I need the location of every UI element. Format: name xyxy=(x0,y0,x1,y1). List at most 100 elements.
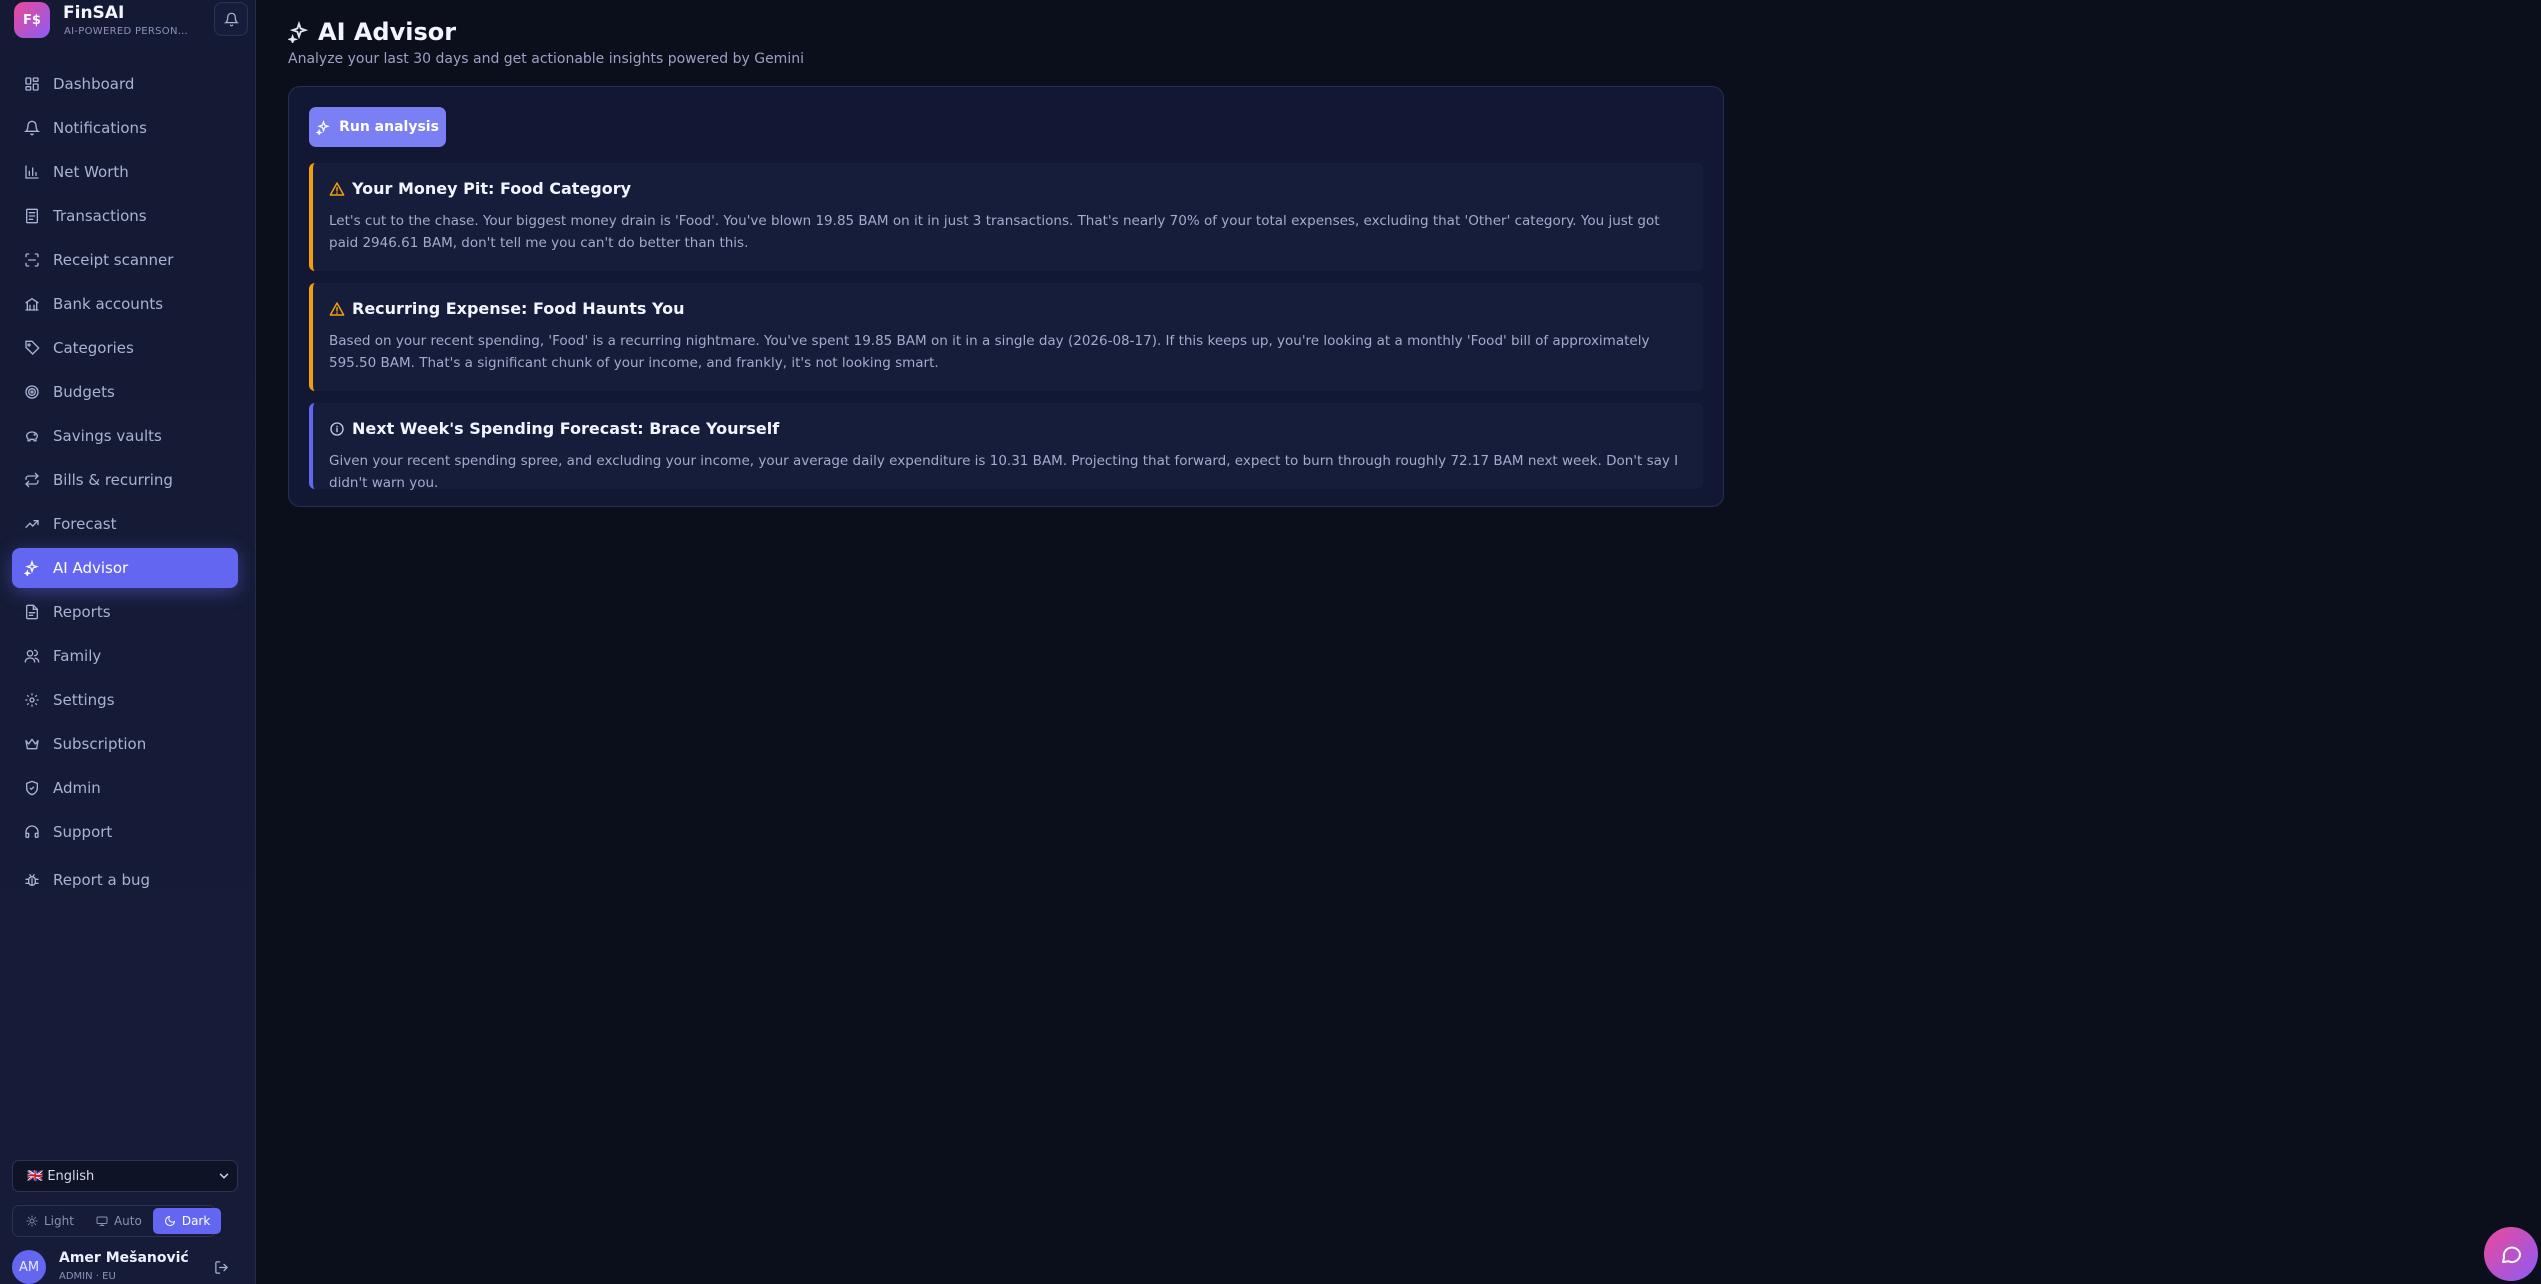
sidebar-item-label: AI Advisor xyxy=(53,559,129,577)
sidebar-item-label: Notifications xyxy=(53,119,147,137)
shield-icon xyxy=(26,780,38,796)
scan-icon xyxy=(25,253,39,267)
crown-icon xyxy=(25,738,39,750)
sidebar-nav: Dashboard Notifications Net Worth Transa… xyxy=(12,64,238,904)
insight-card: Recurring Expense: Food Haunts You Based… xyxy=(309,283,1703,391)
sidebar-item-label: Net Worth xyxy=(53,163,129,181)
sidebar-item-admin[interactable]: Admin xyxy=(12,768,238,808)
gear-icon xyxy=(25,693,39,707)
sidebar-item-report-bug[interactable]: Report a bug xyxy=(12,860,238,900)
sidebar-item-bank-accounts[interactable]: Bank accounts xyxy=(12,284,238,324)
sidebar-item-subscription[interactable]: Subscription xyxy=(12,724,238,764)
sidebar-item-budgets[interactable]: Budgets xyxy=(12,372,238,412)
sidebar-item-label: Categories xyxy=(53,339,134,357)
sidebar-item-label: Subscription xyxy=(53,735,147,753)
notifications-button[interactable] xyxy=(214,2,248,36)
info-icon xyxy=(330,421,344,436)
tag-icon xyxy=(25,340,40,355)
user-profile: AM Amer Mešanović ADMIN · EU xyxy=(12,1248,242,1284)
sidebar-item-label: Dashboard xyxy=(53,75,135,93)
sparkles-icon xyxy=(316,119,330,135)
advisor-panel: Run analysis Your Money Pit: Food Catego… xyxy=(288,86,1724,507)
sidebar-item-net-worth[interactable]: Net Worth xyxy=(12,152,238,192)
sidebar-item-label: Admin xyxy=(53,779,101,797)
brand-name: FinSAI xyxy=(63,3,125,23)
theme-auto-label: Auto xyxy=(113,1214,142,1228)
sidebar-item-receipt-scanner[interactable]: Receipt scanner xyxy=(12,240,238,280)
sidebar-item-savings-vaults[interactable]: Savings vaults xyxy=(12,416,238,456)
sparkles-icon xyxy=(24,560,39,576)
sun-icon xyxy=(26,1215,38,1227)
sidebar-item-label: Transactions xyxy=(53,207,147,225)
sidebar-item-reports[interactable]: Reports xyxy=(12,592,238,632)
repeat-icon xyxy=(25,472,39,488)
insight-body: Given your recent spending spree, and ex… xyxy=(329,453,1679,491)
language-value: 🇬🇧 English xyxy=(27,1168,95,1184)
sidebar-item-dashboard[interactable]: Dashboard xyxy=(12,64,238,104)
sidebar-item-label: Report a bug xyxy=(53,871,151,889)
brand-logo[interactable]: F$ xyxy=(14,2,50,38)
page-subtitle: Analyze your last 30 days and get action… xyxy=(288,51,804,67)
bell-icon xyxy=(24,120,40,136)
dashboard-icon xyxy=(25,77,39,91)
trend-icon xyxy=(25,520,39,528)
sidebar-item-support[interactable]: Support xyxy=(12,812,238,852)
theme-dark-button[interactable]: Dark xyxy=(152,1208,222,1234)
chevron-down-icon xyxy=(219,1173,229,1179)
insight-title: Your Money Pit: Food Category xyxy=(352,179,632,198)
warning-icon xyxy=(329,301,345,316)
user-name: Amer Mešanović xyxy=(59,1250,189,1266)
sparkles-icon xyxy=(288,21,309,43)
sidebar-item-categories[interactable]: Categories xyxy=(12,328,238,368)
bank-icon xyxy=(25,297,39,311)
chat-icon xyxy=(2502,1246,2521,1263)
sidebar-item-label: Support xyxy=(53,823,113,841)
brand: F$ FinSAI AI-POWERED PERSONAL FINANCE xyxy=(14,2,248,38)
logout-icon[interactable] xyxy=(214,1260,229,1275)
insight-title: Recurring Expense: Food Haunts You xyxy=(352,299,685,318)
sidebar-item-label: Bank accounts xyxy=(53,295,164,313)
sidebar-item-label: Family xyxy=(53,647,102,665)
sidebar-item-forecast[interactable]: Forecast xyxy=(12,504,238,544)
sidebar-item-label: Savings vaults xyxy=(53,427,162,445)
target-icon xyxy=(25,385,39,399)
headset-icon xyxy=(25,825,39,838)
run-analysis-label: Run analysis xyxy=(339,119,439,135)
theme-light-button[interactable]: Light xyxy=(15,1208,85,1234)
sidebar-item-settings[interactable]: Settings xyxy=(12,680,238,720)
page-header: AI Advisor xyxy=(288,18,456,46)
warning-icon xyxy=(329,181,345,196)
insight-card: Your Money Pit: Food Category Let's cut … xyxy=(309,163,1703,271)
moon-icon xyxy=(164,1216,175,1226)
run-analysis-button[interactable]: Run analysis xyxy=(309,107,446,147)
monitor-icon xyxy=(96,1216,108,1226)
sidebar-item-family[interactable]: Family xyxy=(12,636,238,676)
sidebar-item-label: Settings xyxy=(53,691,115,709)
bug-icon xyxy=(25,874,39,886)
file-icon xyxy=(26,604,38,620)
language-select[interactable]: 🇬🇧 English xyxy=(12,1160,238,1192)
theme-toggle: Light Auto Dark xyxy=(12,1205,222,1237)
theme-light-label: Light xyxy=(44,1214,74,1228)
sidebar-item-transactions[interactable]: Transactions xyxy=(12,196,238,236)
brand-tagline: AI-POWERED PERSONAL FINANCE xyxy=(64,26,192,37)
bell-icon xyxy=(223,12,239,26)
piggy-bank-icon xyxy=(25,431,39,442)
receipt-icon xyxy=(26,208,38,224)
sidebar-item-label: Bills & recurring xyxy=(53,471,173,489)
sidebar-item-label: Forecast xyxy=(53,515,117,533)
chat-button[interactable] xyxy=(2484,1227,2538,1281)
users-icon xyxy=(24,649,40,663)
avatar[interactable]: AM xyxy=(12,1250,46,1284)
insight-title: Next Week's Spending Forecast: Brace You… xyxy=(352,419,780,438)
theme-auto-button[interactable]: Auto xyxy=(85,1208,153,1234)
bar-chart-icon xyxy=(25,165,39,179)
sidebar: F$ FinSAI AI-POWERED PERSONAL FINANCE Da… xyxy=(0,0,256,1284)
sidebar-item-ai-advisor[interactable]: AI Advisor xyxy=(12,548,238,588)
user-role: ADMIN · EU xyxy=(59,1271,116,1282)
insight-card: Next Week's Spending Forecast: Brace You… xyxy=(309,403,1703,491)
sidebar-item-label: Receipt scanner xyxy=(53,251,174,269)
sidebar-item-notifications[interactable]: Notifications xyxy=(12,108,238,148)
insight-body: Let's cut to the chase. Your biggest mon… xyxy=(329,213,1660,251)
sidebar-item-bills-recurring[interactable]: Bills & recurring xyxy=(12,460,238,500)
